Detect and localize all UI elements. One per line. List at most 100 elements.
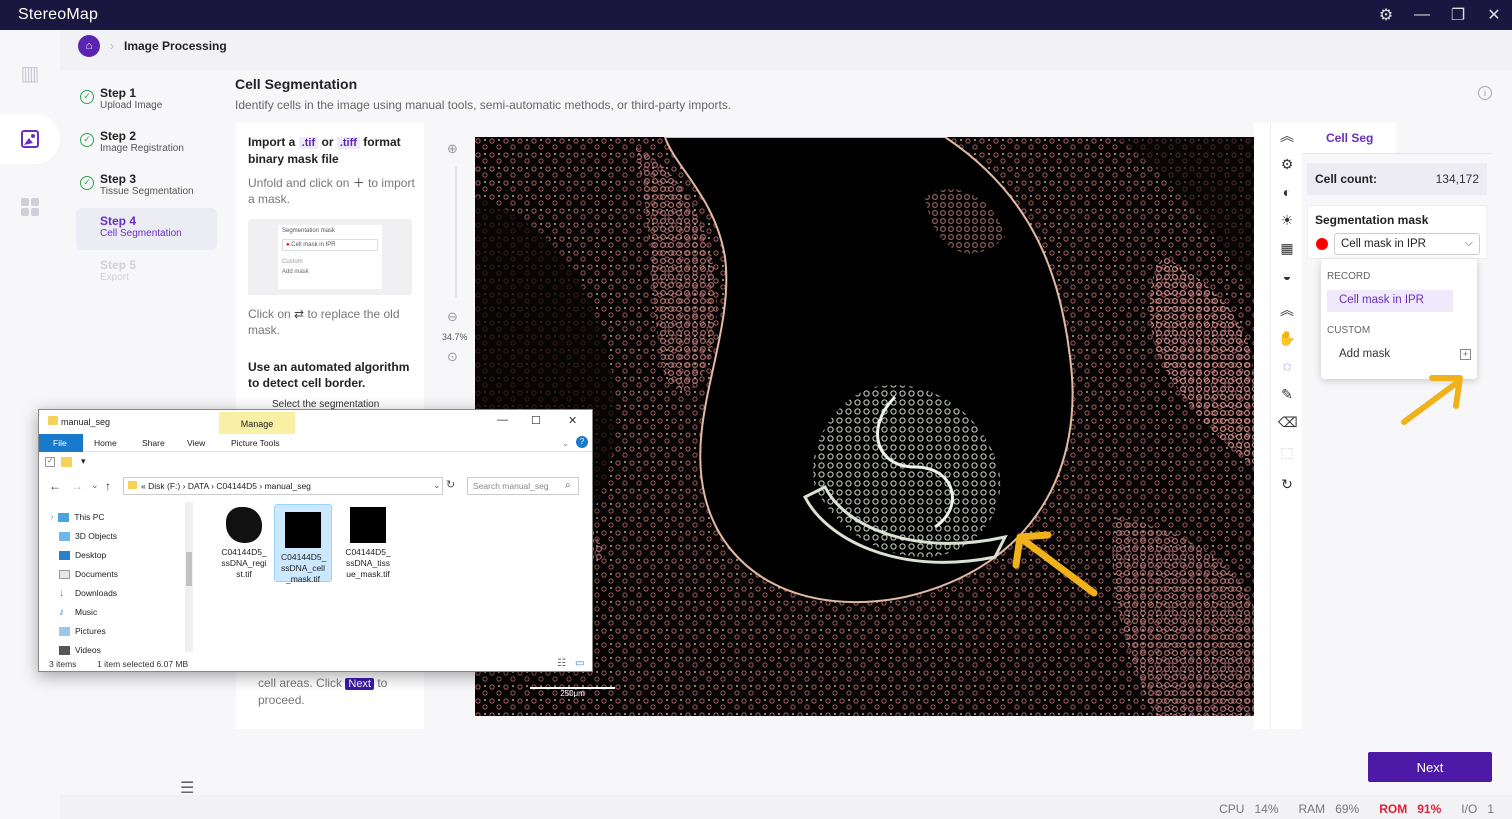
ribbon-tab-picture-tools[interactable]: Picture Tools <box>231 438 280 448</box>
customize-icon[interactable]: ▾ <box>81 456 86 467</box>
tree-pictures[interactable]: Pictures <box>59 624 106 638</box>
search-icon: ⌕ <box>565 480 571 491</box>
explorer-close-button[interactable]: ✕ <box>568 414 577 427</box>
reset-icon[interactable]: ↻ <box>1278 475 1296 493</box>
file-list: C04144D5_ ssDNA_regi st.tif C04144D5_ ss… <box>211 502 591 652</box>
tree-scrollbar[interactable] <box>185 502 193 652</box>
tree-videos[interactable]: Videos <box>59 643 101 657</box>
contrast-icon[interactable]: ◐ <box>1278 183 1296 201</box>
ribbon-tab-view[interactable]: View <box>187 438 205 448</box>
explorer-maximize-button[interactable]: ☐ <box>531 414 541 427</box>
help-icon[interactable]: ? <box>576 436 588 448</box>
thumb-title: Segmentation mask <box>282 228 336 234</box>
opacity-icon[interactable]: ◒ <box>1278 267 1296 285</box>
apps-grid-icon[interactable] <box>0 182 60 232</box>
status-selection: 1 item selected 6.07 MB <box>97 659 189 669</box>
tree-downloads[interactable]: ↓ Downloads <box>59 586 117 600</box>
step-1[interactable]: ✓ Step 1 Upload Image <box>76 84 217 124</box>
eraser-icon[interactable]: ⌫ <box>1278 413 1298 431</box>
breadcrumb-separator: › <box>110 39 114 53</box>
step-title: Step 3 <box>100 172 137 186</box>
thumb-custom: Custom <box>282 259 303 265</box>
quick-access-toolbar: ✓ ▾ <box>39 452 592 474</box>
up-icon[interactable]: ↑ <box>105 479 111 493</box>
tree-this-pc[interactable]: › This PC <box>51 510 105 524</box>
ribbon-tab-home[interactable]: Home <box>94 438 117 448</box>
tab-cell-seg[interactable]: Cell Seg <box>1302 123 1396 153</box>
tree-desktop[interactable]: Desktop <box>59 548 106 562</box>
collapse-up-icon-2[interactable]: ︽ <box>1278 301 1296 319</box>
collapse-up-icon[interactable]: ︽ <box>1278 127 1296 145</box>
cell-count-label: Cell count: <box>1315 172 1377 186</box>
image-processing-icon[interactable] <box>0 114 60 164</box>
step-subtitle: Upload Image <box>100 100 163 111</box>
ribbon-tab-file[interactable]: File <box>39 434 83 452</box>
step-3[interactable]: ✓ Step 3 Tissue Segmentation <box>76 170 217 210</box>
brightness-icon[interactable]: ☀ <box>1278 211 1296 229</box>
refresh-icon[interactable]: ↻ <box>446 478 455 491</box>
thumbnail-view-icon[interactable]: ▭ <box>575 658 584 669</box>
checkbox-icon[interactable]: ✓ <box>45 457 55 467</box>
scale-bar: 250μm <box>530 687 615 698</box>
map-icon[interactable]: ▥ <box>0 48 60 98</box>
file-item-selected[interactable]: C04144D5_ ssDNA_cell _mask.tif <box>274 504 332 584</box>
lasso-icon[interactable]: ◌ <box>1278 357 1296 375</box>
folder-icon-qa[interactable] <box>61 457 72 467</box>
home-icon[interactable]: ⌂ <box>78 35 100 57</box>
step-2[interactable]: ✓ Step 2 Image Registration <box>76 127 217 167</box>
ribbon-tab-share[interactable]: Share <box>142 438 165 448</box>
hand-icon[interactable]: ✋ <box>1278 329 1296 347</box>
zoom-slider[interactable] <box>455 167 457 297</box>
brush-icon[interactable]: ✎ <box>1278 385 1296 403</box>
tree-music[interactable]: ♪ Music <box>59 605 97 619</box>
ribbon-expand-icon[interactable]: ⌄ <box>562 438 569 449</box>
recenter-icon[interactable]: ⊙ <box>447 349 458 365</box>
settings-icon[interactable]: ⚙ <box>1378 5 1394 25</box>
mask-select[interactable]: Cell mask in IPR ⌵ <box>1334 233 1480 255</box>
dropdown-item-add-mask[interactable]: Add mask <box>1327 344 1453 366</box>
minimize-button[interactable]: — <box>1414 6 1430 24</box>
cell-count: Cell count: 134,172 <box>1307 163 1487 195</box>
next-button[interactable]: Next <box>1368 752 1492 782</box>
checker-icon[interactable]: ▦ <box>1278 239 1296 257</box>
tree-3d-objects[interactable]: 3D Objects <box>59 529 117 543</box>
zoom-level: 34.7% <box>442 332 468 342</box>
restore-button[interactable]: ❐ <box>1450 5 1466 25</box>
forward-icon[interactable]: → <box>71 479 83 493</box>
file-explorer-window[interactable]: manual_seg Manage — ☐ ✕ File Home Share … <box>38 409 593 672</box>
back-icon[interactable]: ← <box>49 479 61 493</box>
status-item-count: 3 items <box>49 659 77 669</box>
details-view-icon[interactable]: ☷ <box>557 658 566 669</box>
mask-color-swatch[interactable] <box>1316 238 1328 250</box>
collapse-menu-icon[interactable]: ☰ <box>180 778 194 798</box>
file-item[interactable]: C04144D5_ ssDNA_regi st.tif <box>215 504 273 582</box>
search-input[interactable]: Search manual_seg <box>467 477 579 495</box>
app-title: StereoMap <box>18 6 99 23</box>
address-bar[interactable]: « Disk (F:) › DATA › C04144D5 › manual_s… <box>123 477 443 495</box>
address-dropdown-icon[interactable]: ⌄ <box>433 480 441 491</box>
mask-dropdown: RECORD Cell mask in IPR CUSTOM Add mask … <box>1321 259 1477 379</box>
zoom-in-icon[interactable]: ⊕ <box>447 141 458 157</box>
dropdown-item-record[interactable]: Cell mask in IPR <box>1327 290 1453 312</box>
gear-adjust-icon[interactable]: ⚙ <box>1278 155 1296 173</box>
thumb-add: Add mask <box>282 269 309 275</box>
step-title: Step 1 <box>100 86 137 100</box>
tree-documents[interactable]: Documents <box>59 567 118 581</box>
manage-tab[interactable]: Manage <box>219 412 295 434</box>
plus-icon: ＋ <box>352 176 365 190</box>
proceed-instruction: cell areas. Click Next to proceed. <box>258 676 388 707</box>
thumb-select: Cell mask in IPR <box>291 242 336 248</box>
zoom-out-icon[interactable]: ⊖ <box>447 309 458 325</box>
file-name: C04144D5_ ssDNA_tiss ue_mask.tif <box>345 547 391 579</box>
explorer-status-bar: 3 items 1 item selected 6.07 MB ☷ ▭ <box>39 656 592 672</box>
recent-icon[interactable]: ⌄ <box>91 480 99 491</box>
explorer-minimize-button[interactable]: — <box>497 414 508 426</box>
file-item[interactable]: C04144D5_ ssDNA_tiss ue_mask.tif <box>339 504 397 582</box>
page-title: Cell Segmentation <box>235 76 358 92</box>
close-button[interactable]: ✕ <box>1486 5 1502 25</box>
explorer-title-bar[interactable]: manual_seg Manage — ☐ ✕ <box>39 410 592 434</box>
unfold-instruction: Unfold and click on ＋ to import a mask. <box>248 176 415 206</box>
info-icon[interactable]: i <box>1478 86 1492 100</box>
step-4[interactable]: Step 4 Cell Segmentation <box>76 208 217 250</box>
add-mask-plus-icon[interactable]: + <box>1460 349 1471 360</box>
